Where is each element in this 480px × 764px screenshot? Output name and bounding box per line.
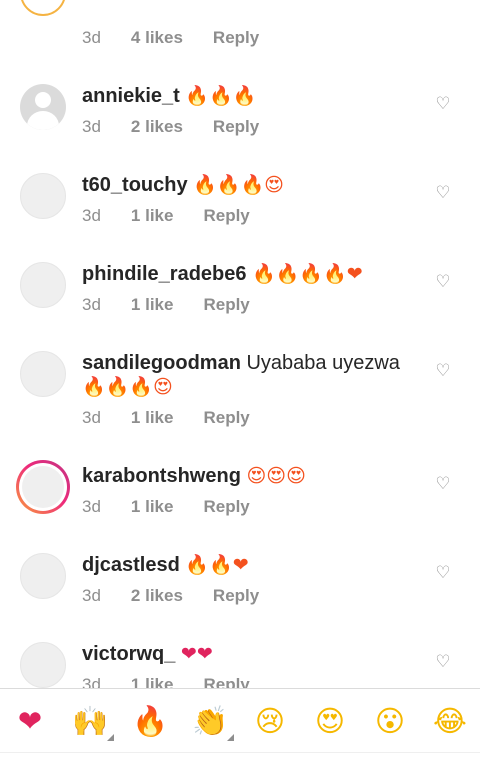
comment-time: 3d (82, 117, 101, 136)
clapping-hands-icon: 👏 (192, 704, 229, 738)
red-heart-emoji-button[interactable]: ❤ (12, 703, 48, 739)
heart-outline-icon[interactable]: ♡ (434, 95, 452, 113)
comment-time: 3d (82, 28, 101, 47)
heart-eyes-emoji-button[interactable]: 😍 (312, 703, 348, 739)
comment-time: 3d (82, 295, 101, 314)
avatar-story-ring[interactable] (16, 460, 70, 514)
comment-emojis: 🔥🔥🔥 (185, 85, 257, 107)
comment-time: 3d (82, 675, 101, 688)
avatar[interactable] (20, 351, 66, 397)
comments-list[interactable]: 3d 4 likes Reply anniekie_t 🔥🔥🔥 3d 2 likes R… (0, 0, 480, 688)
heart-outline-icon[interactable]: ♡ (434, 273, 452, 291)
comment-username[interactable]: phindile_radebe6 (82, 263, 247, 285)
raised-hands-emoji-button[interactable]: 🙌 (72, 703, 114, 741)
comment-emojis: 🔥🔥🔥😍 (193, 174, 284, 196)
reply-button[interactable]: Reply (213, 28, 259, 47)
crying-face-emoji-button[interactable]: 😢 (252, 703, 288, 739)
heart-outline-icon[interactable]: ♡ (434, 475, 452, 493)
comment-item: 3d 4 likes Reply (0, 0, 480, 60)
reply-button[interactable]: Reply (203, 408, 249, 427)
comment-emojis: 🔥🔥🔥😍 (82, 376, 173, 398)
comment-username[interactable]: anniekie_t (82, 85, 180, 107)
reply-button[interactable]: Reply (213, 117, 259, 136)
comment-likes[interactable]: 1 like (131, 295, 174, 314)
avatar[interactable] (20, 262, 66, 308)
emoji-reaction-bar: ❤ 🙌 🔥 👏 😢 😍 😮 😂 (0, 688, 480, 753)
comment-emojis: 🔥🔥🔥🔥❤ (252, 263, 363, 285)
surprised-face-emoji-button[interactable]: 😮 (372, 703, 408, 739)
avatar[interactable] (20, 173, 66, 219)
reply-button[interactable]: Reply (203, 295, 249, 314)
comment-username[interactable]: djcastlesd (82, 554, 180, 576)
reply-button[interactable]: Reply (213, 586, 259, 605)
raised-hands-icon: 🙌 (72, 704, 109, 738)
comment-emojis: 😍😍😍 (246, 465, 306, 487)
heart-outline-icon[interactable]: ♡ (434, 362, 452, 380)
avatar[interactable] (20, 553, 66, 599)
clapping-hands-emoji-button[interactable]: 👏 (192, 703, 234, 741)
comment-time: 3d (82, 206, 101, 225)
heart-outline-icon[interactable]: ♡ (434, 653, 452, 671)
comment-likes[interactable]: 4 likes (131, 28, 183, 47)
comment-username[interactable]: sandilegoodman (82, 352, 241, 374)
comment-username[interactable]: t60_touchy (82, 174, 188, 196)
comment-composer-edge (0, 752, 480, 764)
comment-likes[interactable]: 1 like (131, 408, 174, 427)
avatar[interactable] (20, 642, 66, 688)
comment-time: 3d (82, 497, 101, 516)
comment-emojis: ❤❤ (180, 643, 213, 665)
comment-likes[interactable]: 1 like (131, 497, 174, 516)
comment-likes[interactable]: 2 likes (131, 117, 183, 136)
comment-time: 3d (82, 408, 101, 427)
comment-username[interactable]: victorwq_ (82, 643, 175, 665)
avatar[interactable] (20, 0, 66, 16)
comment-likes[interactable]: 2 likes (131, 586, 183, 605)
comment-time: 3d (82, 586, 101, 605)
reply-button[interactable]: Reply (203, 497, 249, 516)
tears-of-joy-emoji-button[interactable]: 😂 (432, 703, 468, 739)
comment-likes[interactable]: 1 like (131, 206, 174, 225)
reply-button[interactable]: Reply (203, 675, 249, 688)
avatar[interactable] (20, 84, 66, 130)
heart-outline-icon[interactable]: ♡ (434, 184, 452, 202)
reply-button[interactable]: Reply (203, 206, 249, 225)
comment-likes[interactable]: 1 like (131, 675, 174, 688)
fire-emoji-button[interactable]: 🔥 (132, 703, 168, 739)
comment-text: Uyababa uyezwa (246, 352, 400, 374)
comment-username[interactable]: karabontshweng (82, 465, 241, 487)
heart-outline-icon[interactable]: ♡ (434, 564, 452, 582)
comment-emojis: 🔥🔥❤ (185, 554, 249, 576)
